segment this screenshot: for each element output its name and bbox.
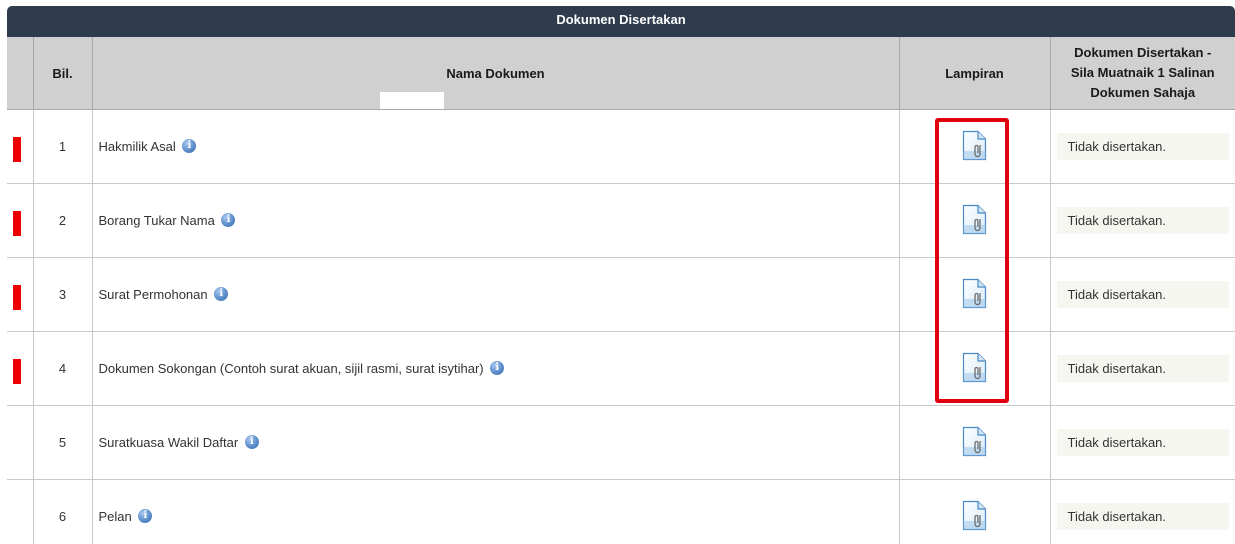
table-row: 6 Pelan i Tidak disertakan.: [7, 479, 1235, 544]
info-icon[interactable]: i: [244, 435, 259, 450]
document-name-cell: Surat Permohonan i: [91, 257, 899, 332]
section-title: Dokumen Disertakan: [7, 6, 1235, 37]
column-header-status-line2: Sila Muatnaik 1 Salinan: [1070, 65, 1215, 80]
attachment-cell: [898, 183, 1050, 258]
document-name: Pelan: [98, 508, 132, 524]
required-marker: [13, 211, 21, 236]
row-number: 5: [32, 405, 92, 480]
status-cell: Tidak disertakan.: [1049, 331, 1235, 406]
status-badge: Tidak disertakan.: [1056, 207, 1229, 234]
file-attachment-icon[interactable]: [962, 278, 987, 312]
column-header-status-line1: Dokumen Disertakan -: [1074, 45, 1212, 60]
file-attachment-icon[interactable]: [962, 500, 987, 534]
status-badge: Tidak disertakan.: [1056, 503, 1229, 530]
document-name-cell: Dokumen Sokongan (Contoh surat akuan, si…: [91, 331, 899, 406]
required-marker-cell: [7, 331, 33, 406]
required-marker-cell: [7, 479, 33, 544]
document-name-cell: Borang Tukar Nama i: [91, 183, 899, 258]
required-marker-cell: [7, 405, 33, 480]
documents-panel: Dokumen Disertakan Bil. Nama Dokumen Lam…: [7, 6, 1235, 544]
info-icon[interactable]: i: [221, 213, 236, 228]
document-name-cell: Pelan i: [91, 479, 899, 544]
document-name: Surat Permohonan: [98, 286, 208, 302]
table-row: 1 Hakmilik Asal i Tidak disertakan.: [7, 109, 1235, 184]
table-row: 5 Suratkuasa Wakil Daftar i Tidak disert…: [7, 405, 1235, 480]
attachment-cell: [898, 479, 1050, 544]
column-header-name-label: Nama Dokumen: [446, 65, 545, 81]
marker-column-header: [7, 37, 33, 110]
column-header-attachment: Lampiran: [898, 37, 1050, 110]
status-cell: Tidak disertakan.: [1049, 257, 1235, 332]
info-icon[interactable]: i: [490, 361, 505, 376]
required-marker: [13, 359, 21, 384]
document-name: Suratkuasa Wakil Daftar: [98, 434, 239, 450]
table-row: 4 Dokumen Sokongan (Contoh surat akuan, …: [7, 331, 1235, 406]
attachment-cell: [898, 257, 1050, 332]
status-cell: Tidak disertakan.: [1049, 183, 1235, 258]
documents-table: Bil. Nama Dokumen Lampiran Dokumen Diser…: [7, 37, 1235, 544]
document-name: Dokumen Sokongan (Contoh surat akuan, si…: [98, 360, 484, 376]
status-badge: Tidak disertakan.: [1056, 281, 1229, 308]
info-icon[interactable]: i: [182, 139, 197, 154]
document-name: Borang Tukar Nama: [98, 212, 215, 228]
table-row: 2 Borang Tukar Nama i Tidak disertakan.: [7, 183, 1235, 258]
required-marker: [13, 137, 21, 162]
file-attachment-icon[interactable]: [962, 426, 987, 460]
file-attachment-icon[interactable]: [962, 352, 987, 386]
document-name: Hakmilik Asal: [98, 138, 176, 154]
info-icon[interactable]: i: [214, 287, 229, 302]
row-number: 4: [32, 331, 92, 406]
status-badge: Tidak disertakan.: [1056, 355, 1229, 382]
attachment-cell: [898, 331, 1050, 406]
document-name-cell: Hakmilik Asal i: [91, 109, 899, 184]
table-row: 3 Surat Permohonan i Tidak disertakan.: [7, 257, 1235, 332]
attachment-cell: [898, 405, 1050, 480]
column-header-name: Nama Dokumen: [91, 37, 899, 110]
header-blank-chip: [379, 92, 444, 109]
status-cell: Tidak disertakan.: [1049, 479, 1235, 544]
document-name-cell: Suratkuasa Wakil Daftar i: [91, 405, 899, 480]
required-marker: [13, 285, 21, 310]
attachment-cell: [898, 109, 1050, 184]
column-header-status: Dokumen Disertakan - Sila Muatnaik 1 Sal…: [1049, 37, 1235, 110]
row-number: 2: [32, 183, 92, 258]
status-cell: Tidak disertakan.: [1049, 405, 1235, 480]
row-number: 1: [32, 109, 92, 184]
status-cell: Tidak disertakan.: [1049, 109, 1235, 184]
file-attachment-icon[interactable]: [962, 130, 987, 164]
column-header-status-line3: Dokumen Sahaja: [1090, 85, 1196, 100]
file-attachment-icon[interactable]: [962, 204, 987, 238]
required-marker-cell: [7, 109, 33, 184]
column-header-num: Bil.: [32, 37, 92, 110]
table-header-row: Bil. Nama Dokumen Lampiran Dokumen Diser…: [7, 37, 1235, 110]
status-badge: Tidak disertakan.: [1056, 133, 1229, 160]
required-marker-cell: [7, 183, 33, 258]
info-icon[interactable]: i: [138, 509, 153, 524]
row-number: 6: [32, 479, 92, 544]
row-number: 3: [32, 257, 92, 332]
status-badge: Tidak disertakan.: [1056, 429, 1229, 456]
required-marker-cell: [7, 257, 33, 332]
